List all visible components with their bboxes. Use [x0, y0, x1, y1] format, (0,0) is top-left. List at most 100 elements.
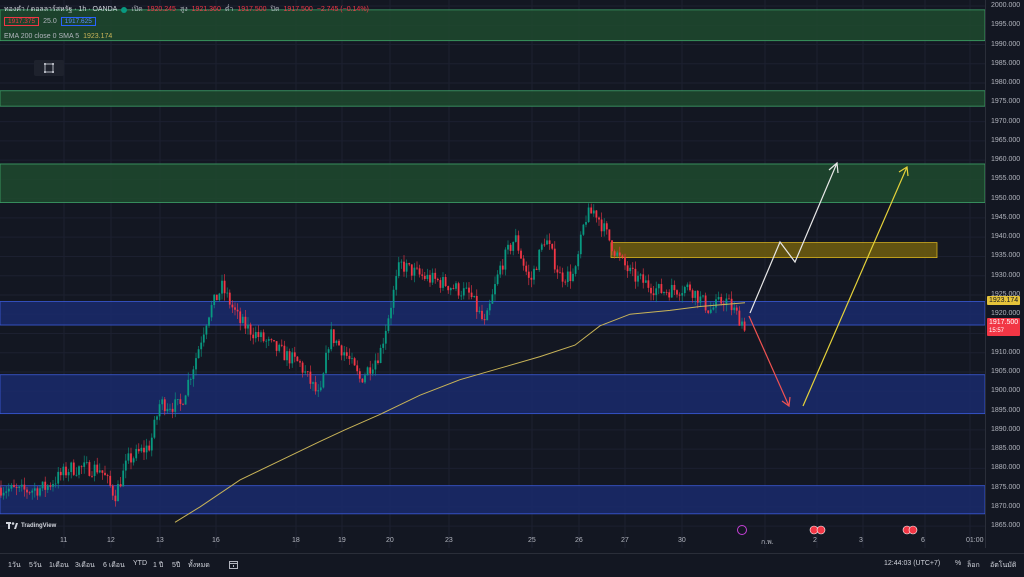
- candle-body: [431, 272, 434, 283]
- time-tick: ก.พ.: [761, 539, 774, 546]
- fullscreen-icon[interactable]: [34, 60, 64, 76]
- candle-body: [351, 358, 353, 360]
- candle-body: [241, 316, 244, 324]
- candle-body: [486, 310, 489, 321]
- range-5y[interactable]: 5ปี: [172, 560, 180, 571]
- chart-area[interactable]: ทองคำ / ดอลลาร์สหรัฐ · 1h · OANDA เปิด 1…: [0, 0, 985, 548]
- candle-body: [709, 309, 712, 313]
- time-tick: 26: [575, 537, 583, 544]
- bid-ask-row: 1917.375 25.0 1917.625: [4, 17, 96, 26]
- candle-body: [668, 292, 671, 298]
- percent-toggle[interactable]: %: [955, 560, 961, 567]
- candle-body: [642, 274, 645, 283]
- candle-body: [330, 329, 333, 350]
- candle-body: [59, 471, 62, 476]
- event-flash-icon: [737, 525, 747, 535]
- time-axis[interactable]: 11 12 13 16 18 19 20 23 25 26 27 30 ก.พ. 2 3 6 01:00: [0, 535, 985, 551]
- range-1y[interactable]: 1 ปี: [153, 560, 163, 571]
- candle-body: [556, 269, 559, 273]
- price-chart[interactable]: [0, 0, 985, 548]
- candle-body: [249, 324, 252, 335]
- range-6m[interactable]: 6 เดือน: [103, 560, 125, 571]
- candle-body: [715, 299, 717, 308]
- candle-body: [179, 399, 182, 404]
- candle-body: [600, 219, 603, 232]
- candle-body: [561, 272, 564, 282]
- last-price-tag: 1917.500 15:57: [987, 318, 1021, 336]
- candle-body: [434, 272, 437, 279]
- log-toggle[interactable]: ล็อก: [967, 560, 980, 571]
- candle-body: [200, 342, 203, 350]
- candle-body: [96, 464, 99, 473]
- candle-body: [520, 250, 522, 259]
- date-range-icon[interactable]: [228, 560, 238, 569]
- range-3m[interactable]: 3เดือน: [75, 560, 95, 571]
- candle-body: [629, 267, 632, 272]
- candle-body: [44, 481, 47, 490]
- candle-body: [413, 267, 416, 276]
- candle-body: [208, 317, 210, 326]
- candle-body: [374, 360, 377, 370]
- candle-body: [161, 399, 164, 405]
- range-5d[interactable]: 5วัน: [29, 560, 42, 571]
- candle-body: [405, 263, 408, 272]
- candle-body: [496, 274, 499, 285]
- candle-body: [525, 265, 528, 272]
- candle-body: [130, 453, 132, 463]
- candle-body: [676, 290, 678, 295]
- bottom-toolbar: 1วัน 5วัน 1เดือน 3เดือน 6 เดือน YTD 1 ปี…: [0, 553, 1024, 577]
- candle-body: [410, 264, 413, 276]
- tradingview-logo-icon: [6, 522, 18, 529]
- watermark-text: TradingView: [21, 522, 57, 529]
- candle-body: [663, 291, 665, 294]
- candle-body: [530, 277, 533, 280]
- candle-body: [569, 271, 572, 281]
- candle-body: [455, 283, 457, 289]
- candle-body: [535, 268, 538, 270]
- range-ytd[interactable]: YTD: [133, 560, 147, 567]
- candle-body: [280, 344, 283, 346]
- demand-zone: [0, 485, 985, 515]
- candle-body: [218, 293, 221, 301]
- candle-body: [577, 254, 580, 267]
- candle-body: [192, 369, 195, 380]
- candle-body: [587, 207, 590, 223]
- candle-body: [382, 343, 385, 348]
- price-tick: 1910.000: [991, 348, 1021, 356]
- candle-body: [436, 278, 439, 281]
- candle-body: [522, 258, 525, 266]
- candle-body: [543, 244, 546, 246]
- price-tick: 1985.000: [991, 59, 1021, 67]
- spread-value: 25.0: [43, 18, 57, 25]
- candle-body: [288, 351, 291, 364]
- candle-body: [371, 369, 374, 374]
- candle-body: [387, 318, 390, 331]
- candle-body: [738, 310, 741, 326]
- candle-body: [507, 244, 509, 250]
- indicator-legend[interactable]: EMA 200 close 0 SMA 5 1923.174: [4, 33, 112, 40]
- candle-body: [356, 365, 359, 372]
- candle-body: [694, 290, 697, 298]
- clock[interactable]: 12:44:03 (UTC+7): [884, 560, 940, 567]
- candle-body: [553, 248, 556, 270]
- candle-body: [145, 445, 148, 453]
- candle-body: [65, 466, 67, 476]
- candle-body: [202, 334, 205, 343]
- sell-button[interactable]: 1917.375: [4, 17, 40, 26]
- price-axis[interactable]: 2000.000 1995.000 1990.000 1985.000 1980.000…: [985, 0, 1024, 548]
- candle-body: [104, 472, 106, 476]
- candle-body: [5, 491, 8, 493]
- range-1d[interactable]: 1วัน: [8, 560, 21, 571]
- range-all[interactable]: ทั้งหมด: [188, 560, 210, 571]
- auto-toggle[interactable]: อัตโนมัติ: [990, 560, 1016, 571]
- buy-button[interactable]: 1917.625: [60, 17, 96, 26]
- candle-body: [397, 262, 400, 277]
- candle-body: [491, 294, 494, 304]
- close-label: ปิด: [270, 6, 280, 13]
- candle-body: [332, 329, 335, 344]
- candle-body: [702, 295, 704, 297]
- candle-body: [595, 210, 598, 218]
- range-1m[interactable]: 1เดือน: [49, 560, 69, 571]
- candle-body: [36, 488, 39, 496]
- candle-body: [106, 475, 109, 477]
